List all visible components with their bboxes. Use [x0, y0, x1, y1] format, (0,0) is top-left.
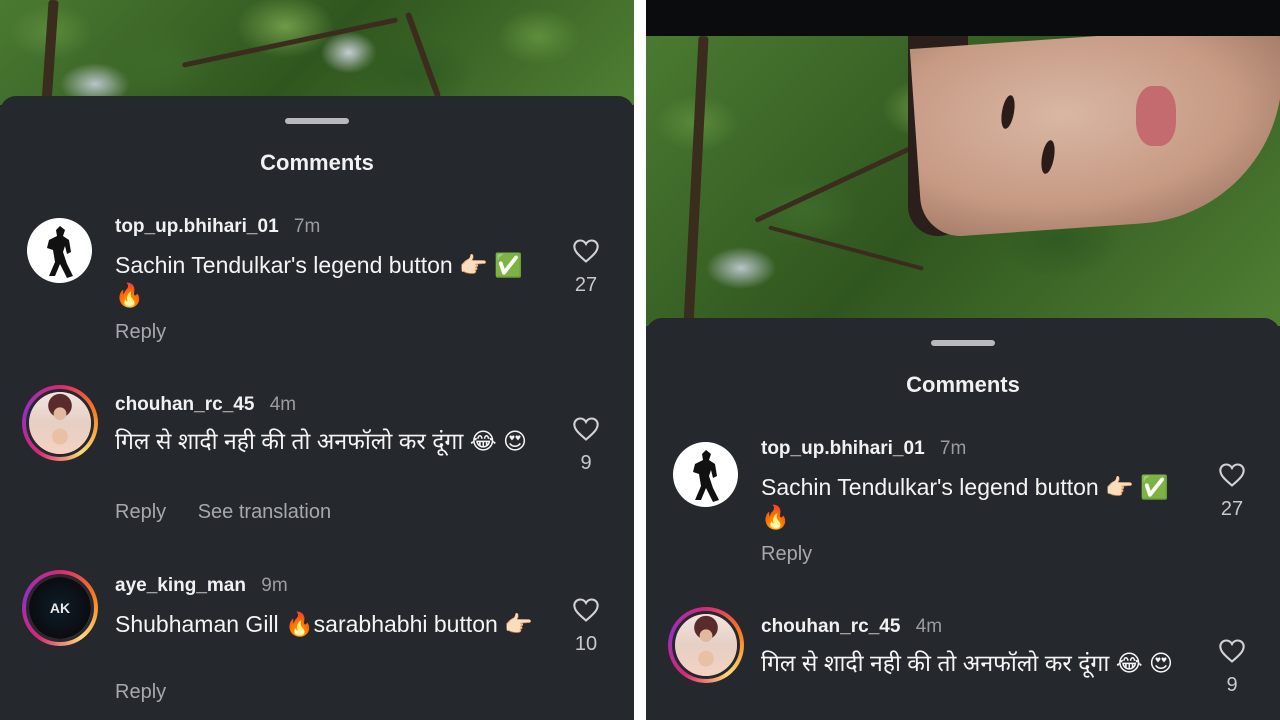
heart-outline-icon — [573, 417, 599, 441]
silhouette-icon — [693, 450, 719, 502]
divider — [634, 0, 646, 720]
heart-outline-icon — [1219, 639, 1245, 663]
avatar[interactable] — [22, 385, 98, 461]
username[interactable]: top_up.bhihari_01 — [115, 216, 279, 237]
like-button[interactable]: 10 — [569, 597, 603, 656]
comment-text: Sachin Tendulkar's legend button 👉🏻 ✅🔥 — [115, 252, 523, 308]
username[interactable]: chouhan_rc_45 — [761, 616, 900, 637]
comment-text: गिल से शादी नही की तो अनफॉलो कर दूंगा 😂 … — [761, 650, 1173, 676]
post-photo — [0, 0, 634, 105]
comment-actions: Reply — [115, 321, 192, 344]
username[interactable]: top_up.bhihari_01 — [761, 438, 925, 459]
comment-actions: Reply See translation — [115, 501, 357, 524]
post-photo — [646, 36, 1280, 326]
reply-button[interactable]: Reply — [115, 681, 166, 703]
comment-actions: Reply — [761, 543, 838, 566]
comment-text: Sachin Tendulkar's legend button 👉🏻 ✅🔥 — [761, 474, 1169, 530]
top-bar — [646, 0, 1280, 36]
comment-meta: top_up.bhihari_01 7m — [115, 216, 320, 238]
timestamp: 4m — [915, 616, 943, 637]
comment-meta: chouhan_rc_45 4m — [115, 394, 296, 416]
comment-meta: top_up.bhihari_01 7m — [761, 438, 966, 460]
reply-button[interactable]: Reply — [761, 543, 812, 565]
right-screenshot: Comments top_up.bhihari_01 7m Sachin Ten… — [646, 0, 1280, 720]
like-count: 27 — [574, 274, 598, 296]
heart-outline-icon — [573, 239, 599, 263]
comments-title: Comments — [906, 372, 1020, 397]
like-count: 9 — [580, 452, 592, 474]
username[interactable]: chouhan_rc_45 — [115, 394, 254, 415]
timestamp: 7m — [939, 438, 967, 459]
timestamp: 7m — [293, 216, 321, 237]
reply-button[interactable]: Reply — [115, 501, 166, 523]
like-button[interactable]: 9 — [569, 416, 603, 475]
heart-outline-icon — [1219, 463, 1245, 487]
silhouette-icon — [47, 226, 73, 278]
comments-sheet: Comments top_up.bhihari_01 7m Sachin Ten… — [646, 318, 1280, 720]
like-button[interactable]: 27 — [569, 238, 603, 297]
comments-sheet: Comments top_up.bhihari_01 7m Sachin Ten… — [0, 96, 634, 720]
like-button[interactable]: 27 — [1215, 462, 1249, 521]
avatar-photo — [675, 614, 737, 676]
reply-button[interactable]: Reply — [115, 321, 166, 343]
like-count: 9 — [1226, 674, 1238, 696]
avatar[interactable] — [668, 607, 744, 683]
comment-text: गिल से शादी नही की तो अनफॉलो कर दूंगा 😂 … — [115, 428, 527, 454]
see-translation-link[interactable]: See translation — [198, 501, 331, 523]
like-count: 10 — [574, 633, 598, 655]
avatar[interactable] — [673, 442, 738, 507]
like-count: 27 — [1220, 498, 1244, 520]
comment-text: Shubhaman Gill 🔥sarabhabhi button 👉🏻 — [115, 611, 533, 637]
comment-actions: Reply — [115, 681, 192, 704]
lips — [1136, 86, 1176, 146]
comment-meta: aye_king_man 9m — [115, 575, 288, 597]
avatar[interactable] — [27, 218, 92, 283]
avatar-logo: AK — [29, 577, 91, 639]
avatar-photo — [29, 392, 91, 454]
heart-outline-icon — [573, 598, 599, 622]
timestamp: 4m — [269, 394, 297, 415]
left-screenshot: Comments top_up.bhihari_01 7m Sachin Ten… — [0, 0, 634, 720]
comments-title: Comments — [260, 150, 374, 175]
comment-meta: chouhan_rc_45 4m — [761, 616, 942, 638]
avatar[interactable]: AK — [22, 570, 98, 646]
timestamp: 9m — [261, 575, 288, 596]
drag-handle[interactable] — [931, 340, 995, 346]
username[interactable]: aye_king_man — [115, 575, 246, 596]
like-button[interactable]: 9 — [1215, 638, 1249, 697]
drag-handle[interactable] — [285, 118, 349, 124]
face-image — [909, 36, 1280, 239]
